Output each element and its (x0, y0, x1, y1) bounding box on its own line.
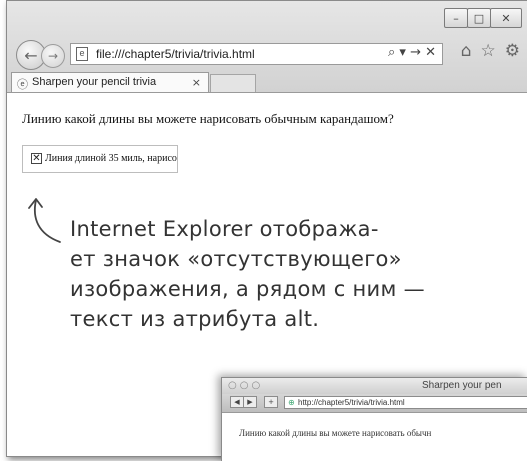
new-tab-button[interactable] (210, 74, 256, 92)
close-light-icon[interactable]: ○ (228, 381, 237, 391)
tab-sharpen-pencil[interactable]: ⓔ Sharpen your pencil trivia × (11, 72, 209, 92)
address-bar[interactable]: e file:///chapter5/trivia/trivia.html ⌕ … (70, 43, 443, 65)
safari-toolbar: ◀ ▶ + ⊕ http://chapter5/trivia/trivia.ht… (222, 394, 527, 413)
globe-icon: ⊕ (288, 398, 295, 407)
settings-gear-icon[interactable]: ⚙ (505, 41, 520, 61)
zoom-light-icon[interactable]: ○ (251, 381, 260, 391)
toolbar-icons: ⌂ ☆ ⚙ (461, 41, 520, 61)
annotation-line: Internet Explorer отобража- (70, 217, 379, 241)
annotation-arrow-icon (28, 198, 61, 243)
image-alt-text: Линия длиной 35 миль, нарисованная каран… (45, 153, 177, 164)
favorites-star-icon[interactable]: ☆ (481, 41, 496, 61)
address-url: file:///chapter5/trivia/trivia.html (96, 47, 255, 61)
ie-chrome: – □ ✕ ← → e file:///chapter5/trivia/triv… (7, 1, 527, 93)
safari-address-bar[interactable]: ⊕ http://chapter5/trivia/trivia.html (284, 396, 527, 409)
annotation-text: Internet Explorer отобража- ет значок «о… (70, 214, 425, 334)
safari-question-text: Линию какой длины вы можете нарисовать о… (239, 428, 432, 438)
maximize-button[interactable]: □ (467, 8, 491, 28)
tab-title: Sharpen your pencil trivia (32, 76, 157, 88)
navigation-bar: ← → e file:///chapter5/trivia/trivia.htm… (7, 40, 527, 70)
minimize-light-icon[interactable]: ○ (240, 381, 249, 391)
ie-logo-icon: ⓔ (17, 78, 28, 91)
safari-back-button[interactable]: ◀ (230, 396, 244, 408)
safari-add-bookmark-button[interactable]: + (264, 396, 278, 408)
page-icon: e (76, 47, 88, 61)
question-text: Линию какой длины вы можете нарисовать о… (22, 111, 394, 126)
safari-browser-window: ○ ○ ○ Sharpen your pen ◀ ▶ + ⊕ http://ch… (221, 377, 527, 461)
minimize-button[interactable]: – (444, 8, 468, 28)
tab-close-icon[interactable]: × (192, 76, 201, 89)
traffic-lights: ○ ○ ○ (228, 381, 260, 391)
forward-arrow-icon: → (47, 49, 59, 63)
annotation-line: ет значок «отсутствующего» (70, 247, 402, 271)
home-icon[interactable]: ⌂ (461, 41, 472, 61)
window-controls: – □ ✕ (444, 8, 522, 28)
safari-window-title: Sharpen your pen (422, 380, 502, 391)
safari-forward-button[interactable]: ▶ (243, 396, 257, 408)
forward-button[interactable]: → (41, 44, 65, 68)
annotation-line: изображения, а рядом с ним — (70, 277, 425, 301)
address-actions[interactable]: ⌕ ▾ → ✕ (388, 45, 436, 60)
safari-address-url: http://chapter5/trivia/trivia.html (298, 398, 405, 407)
broken-image-placeholder: ✕ Линия длиной 35 миль, нарисованная кар… (22, 145, 178, 173)
safari-titlebar: ○ ○ ○ Sharpen your pen (222, 378, 527, 394)
back-arrow-icon: ← (24, 45, 38, 65)
close-window-button[interactable]: ✕ (490, 8, 522, 28)
broken-image-icon: ✕ (31, 153, 42, 164)
annotation-line: текст из атрибута alt. (70, 307, 320, 331)
tab-bar: ⓔ Sharpen your pencil trivia × (7, 72, 527, 93)
